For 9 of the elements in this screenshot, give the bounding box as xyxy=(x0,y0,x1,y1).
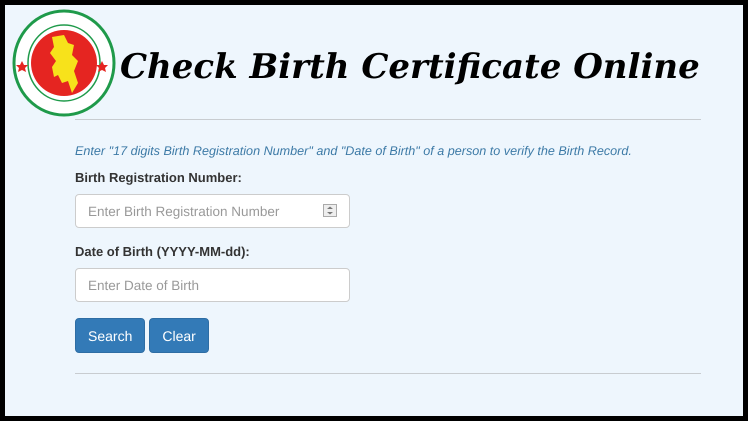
number-input-field[interactable]: Enter Birth Registration Number xyxy=(75,194,350,228)
spinner-icon[interactable] xyxy=(323,204,337,217)
instruction-text: Enter "17 digits Birth Registration Number" and "Date of Birth" of a person to verify the Birth Record. xyxy=(75,144,633,158)
input-field[interactable]: Enter Date of Birth xyxy=(75,268,350,302)
clear-button[interactable]: Clear xyxy=(149,318,209,353)
page-title: Check Birth Certificate Online xyxy=(120,47,700,87)
field-label: Birth Registration Number: xyxy=(75,170,243,185)
search-button[interactable]: Search xyxy=(75,318,146,353)
field-label: Date of Birth (YYYY-MM-dd): xyxy=(75,244,251,259)
